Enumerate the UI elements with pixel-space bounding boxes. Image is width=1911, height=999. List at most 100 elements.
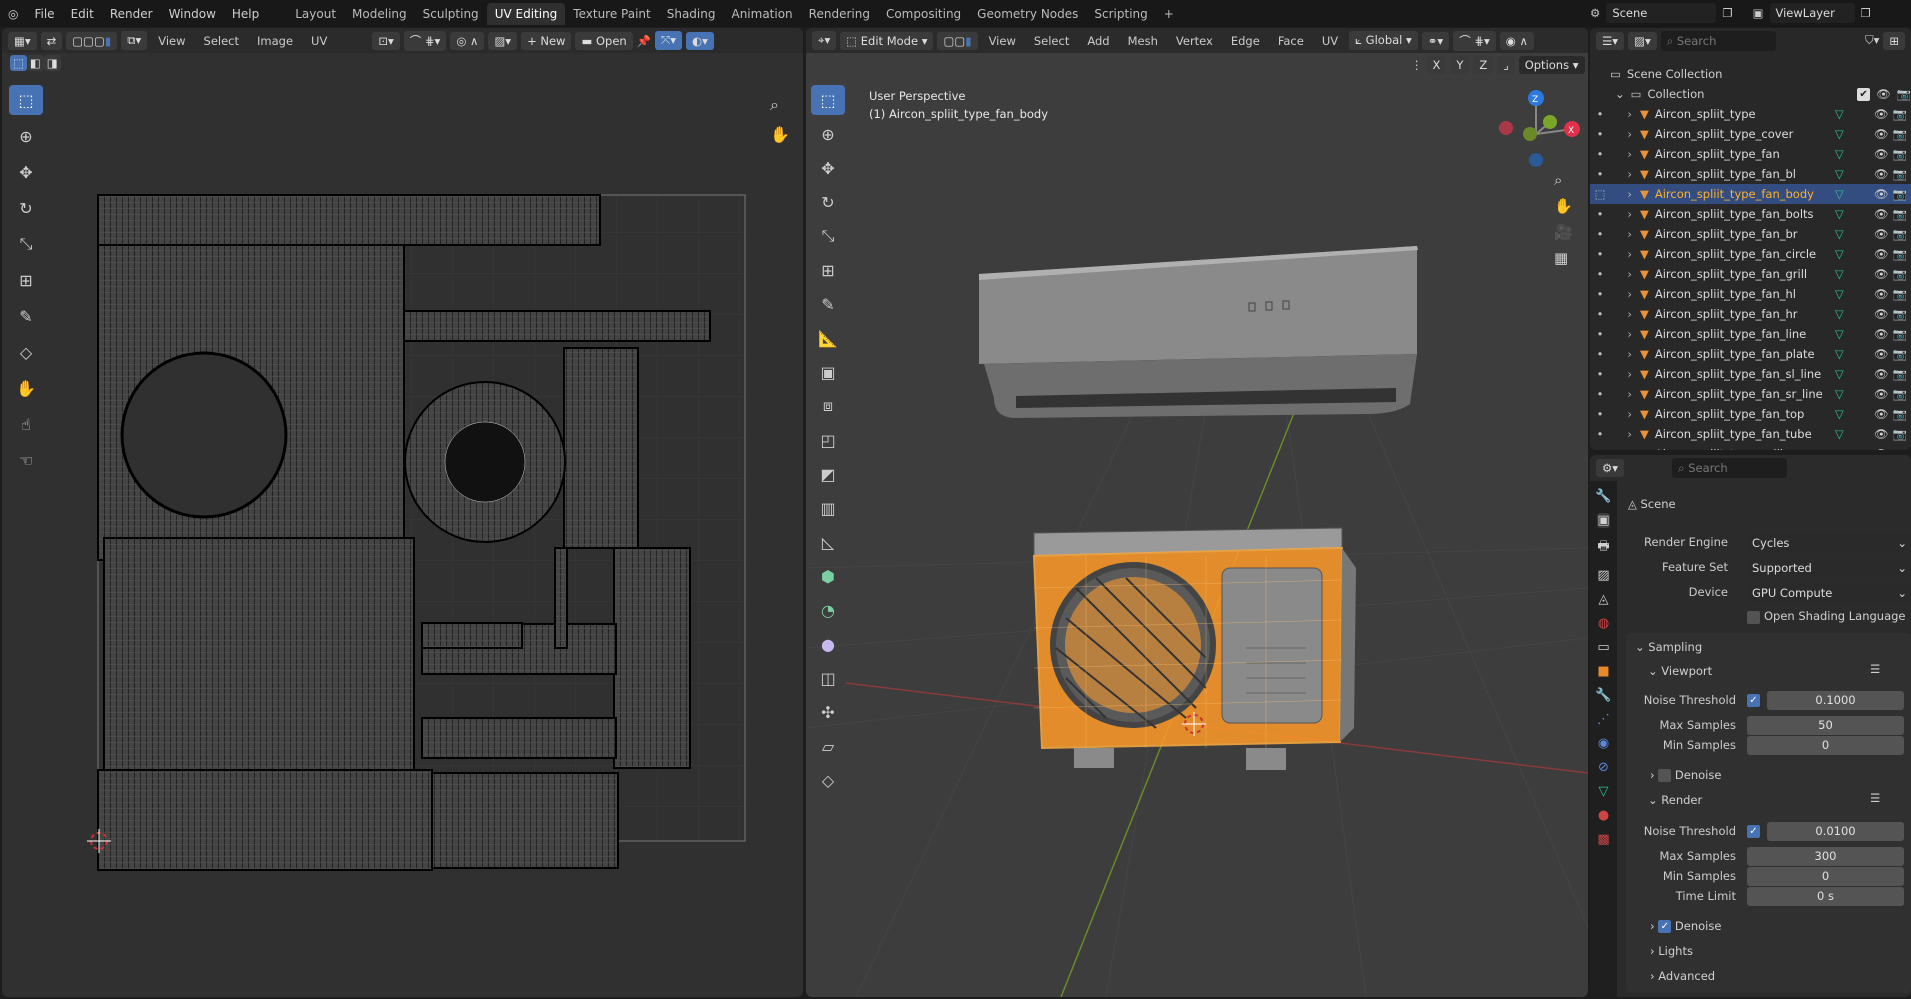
eye-icon[interactable]: 👁 — [1874, 167, 1889, 181]
presets-list-icon[interactable]: ☰ — [1870, 662, 1880, 676]
add-workspace-button[interactable]: + — [1156, 3, 1182, 25]
outliner-item[interactable]: • › ▼ Aircon_spliit_type_fan_tube ▽ 👁 📷 — [1590, 424, 1911, 444]
camera-view-icon[interactable]: 🎥 — [1554, 223, 1573, 241]
menu-select[interactable]: Select — [1027, 34, 1076, 48]
object-name[interactable]: Aircon_spliit_type_fan — [1655, 147, 1835, 161]
camera-icon[interactable]: 📷 — [1892, 287, 1906, 301]
tab-compositing[interactable]: Compositing — [878, 3, 969, 25]
expand-chevron-icon[interactable]: › — [1610, 187, 1632, 201]
ortho-grid-icon[interactable]: ▦ — [1554, 249, 1573, 267]
outliner-item[interactable]: • › ▼ Aircon_spliit_type_fan_bl ▽ 👁 📷 — [1590, 164, 1911, 184]
options-dropdown[interactable]: Options ▾ — [1518, 56, 1585, 74]
outliner-item[interactable]: • › ▼ Aircon_spliit_type_fan_hl ▽ 👁 📷 — [1590, 284, 1911, 304]
r-noise-threshold-checkbox[interactable]: ✓ — [1747, 825, 1760, 838]
filter-view-icon[interactable]: ▨▾ — [1628, 31, 1657, 50]
dot-icon[interactable]: • — [1590, 367, 1610, 381]
add-cube-tool-icon[interactable]: ▣ — [811, 357, 845, 387]
expand-chevron-icon[interactable]: › — [1610, 127, 1632, 141]
constraints-tab-icon[interactable]: ⊘ — [1598, 760, 1609, 775]
camera-icon[interactable]: 📷 — [1892, 107, 1906, 121]
mesh-data-icon[interactable]: ▽ — [1835, 267, 1870, 281]
object-name[interactable]: Aircon_spliit_type_fan_body — [1655, 187, 1835, 201]
vp-noise-threshold-checkbox[interactable]: ✓ — [1747, 694, 1760, 707]
mesh-data-icon[interactable]: ▽ — [1835, 347, 1870, 361]
outliner-item[interactable]: • › ▼ Aircon_spliit_type_fan_plate ▽ 👁 📷 — [1590, 344, 1911, 364]
vp-denoise-subpanel[interactable]: › Denoise — [1650, 768, 1721, 782]
mirror-z-toggle[interactable]: Z — [1473, 56, 1494, 74]
inset-tool-icon[interactable]: ◰ — [811, 425, 845, 455]
display-mode-icon[interactable]: ☰▾ — [1596, 31, 1625, 50]
tab-rendering[interactable]: Rendering — [801, 3, 878, 25]
eye-icon[interactable]: 👁 — [1874, 347, 1889, 361]
particles-tab-icon[interactable]: ⋰ — [1597, 712, 1610, 727]
outliner-item[interactable]: • › ▼ Aircon_spliit_type_fan_sl_line ▽ 👁… — [1590, 364, 1911, 384]
bevel-tool-icon[interactable]: ◩ — [811, 459, 845, 489]
tab-animation[interactable]: Animation — [723, 3, 800, 25]
menu-vertex[interactable]: Vertex — [1169, 34, 1220, 48]
outliner-item[interactable]: • › ▼ Aircon_spliit_type_fan ▽ 👁 📷 — [1590, 144, 1911, 164]
scene-icon[interactable]: ⚙ — [1590, 6, 1600, 20]
tab-uv-editing[interactable]: UV Editing — [486, 2, 566, 25]
cursor-tool-icon[interactable]: ⊕ — [811, 119, 845, 149]
camera-icon[interactable]: 📷 — [1892, 407, 1906, 421]
dot-icon[interactable]: • — [1590, 327, 1610, 341]
shrink-fatten-tool-icon[interactable]: ✣ — [811, 697, 845, 727]
object-name[interactable]: Aircon_spliit_type_fan_grill — [1655, 267, 1835, 281]
camera-icon[interactable]: 📷 — [1897, 87, 1911, 101]
camera-icon[interactable]: 📷 — [1892, 427, 1906, 441]
dot-icon[interactable]: • — [1590, 247, 1610, 261]
move-tool-icon[interactable]: ✥ — [811, 153, 845, 183]
eye-icon[interactable]: 👁 — [1874, 267, 1889, 281]
outliner-item[interactable]: • › ▼ Aircon_spliit_type_fan_br ▽ 👁 📷 — [1590, 224, 1911, 244]
expand-chevron-icon[interactable]: › — [1610, 407, 1632, 421]
uv-canvas[interactable] — [2, 28, 803, 997]
mesh-data-icon[interactable]: ▽ — [1835, 327, 1870, 341]
mesh-data-icon[interactable]: ▽ — [1835, 107, 1870, 121]
mesh-data-icon[interactable]: ▽ — [1835, 287, 1870, 301]
object-name[interactable]: Aircon_spliit_type_fan_bl — [1655, 167, 1835, 181]
scene-collection-row[interactable]: ▭ Scene Collection — [1610, 64, 1722, 84]
object-name[interactable]: Aircon_spliit_type_fan_hr — [1655, 307, 1835, 321]
render-subpanel-header[interactable]: ⌄ Render — [1648, 793, 1702, 807]
tab-geometry-nodes[interactable]: Geometry Nodes — [969, 3, 1086, 25]
view-layer-field[interactable]: ViewLayer — [1769, 3, 1855, 23]
new-collection-icon[interactable]: ⊞ — [1883, 31, 1905, 50]
extrude-tool-icon[interactable]: ⧈ — [811, 391, 845, 421]
dot-icon[interactable]: • — [1590, 267, 1610, 281]
rip-tool-icon[interactable]: ◇ — [811, 765, 845, 795]
menu-window[interactable]: Window — [161, 7, 224, 21]
expand-chevron-icon[interactable]: › — [1610, 327, 1632, 341]
eye-icon[interactable]: 👁 — [1874, 147, 1889, 161]
dot-icon[interactable]: • — [1590, 427, 1610, 441]
eye-icon[interactable]: 👁 — [1874, 427, 1889, 441]
camera-icon[interactable]: 📷 — [1892, 347, 1906, 361]
eye-icon[interactable]: 👁 — [1874, 447, 1889, 450]
collection-row[interactable]: ⌄ ▭ Collection ✔ 👁 📷 — [1615, 84, 1911, 104]
filter-icon[interactable]: ⛉▾ — [1865, 33, 1879, 48]
expand-chevron-icon[interactable]: › — [1610, 247, 1632, 261]
shear-tool-icon[interactable]: ▱ — [811, 731, 845, 761]
outliner-item[interactable]: • › ▼ Aircon_spliit_type_fan_sr_line ▽ 👁… — [1590, 384, 1911, 404]
output-tab-icon[interactable]: 🖶 — [1597, 537, 1609, 559]
tool-tab-icon[interactable]: 🔧 — [1595, 489, 1611, 504]
data-tab-icon[interactable]: ▽ — [1599, 784, 1609, 799]
mirror-y-toggle[interactable]: Y — [1450, 56, 1470, 74]
snap-icon[interactable]: ⌒ ⋕▾ — [1453, 30, 1496, 51]
camera-icon[interactable]: 📷 — [1892, 127, 1906, 141]
dot-icon[interactable]: • — [1590, 447, 1610, 450]
expand-chevron-icon[interactable]: › — [1610, 147, 1632, 161]
object-name[interactable]: Aircon_spliit_type_fan_sl_line — [1655, 367, 1835, 381]
menu-render[interactable]: Render — [102, 7, 161, 21]
render-engine-dropdown[interactable]: Cycles ⌄ — [1746, 533, 1911, 553]
object-name[interactable]: Aircon_spliit_type_fan_top — [1655, 407, 1835, 421]
physics-tab-icon[interactable]: ◉ — [1598, 736, 1609, 751]
eye-icon[interactable]: 👁 — [1876, 87, 1891, 101]
mesh-data-icon[interactable]: ▽ — [1835, 187, 1870, 201]
tab-layout[interactable]: Layout — [287, 3, 344, 25]
outliner-item[interactable]: • › ▼ Aircon_spliit_type_fan_hr ▽ 👁 📷 — [1590, 304, 1911, 324]
osl-checkbox[interactable] — [1747, 611, 1760, 624]
dot-icon[interactable]: • — [1590, 287, 1610, 301]
camera-icon[interactable]: 📷 — [1892, 187, 1906, 201]
smooth-tool-icon[interactable]: ● — [811, 629, 845, 659]
camera-icon[interactable]: 📷 — [1892, 307, 1906, 321]
